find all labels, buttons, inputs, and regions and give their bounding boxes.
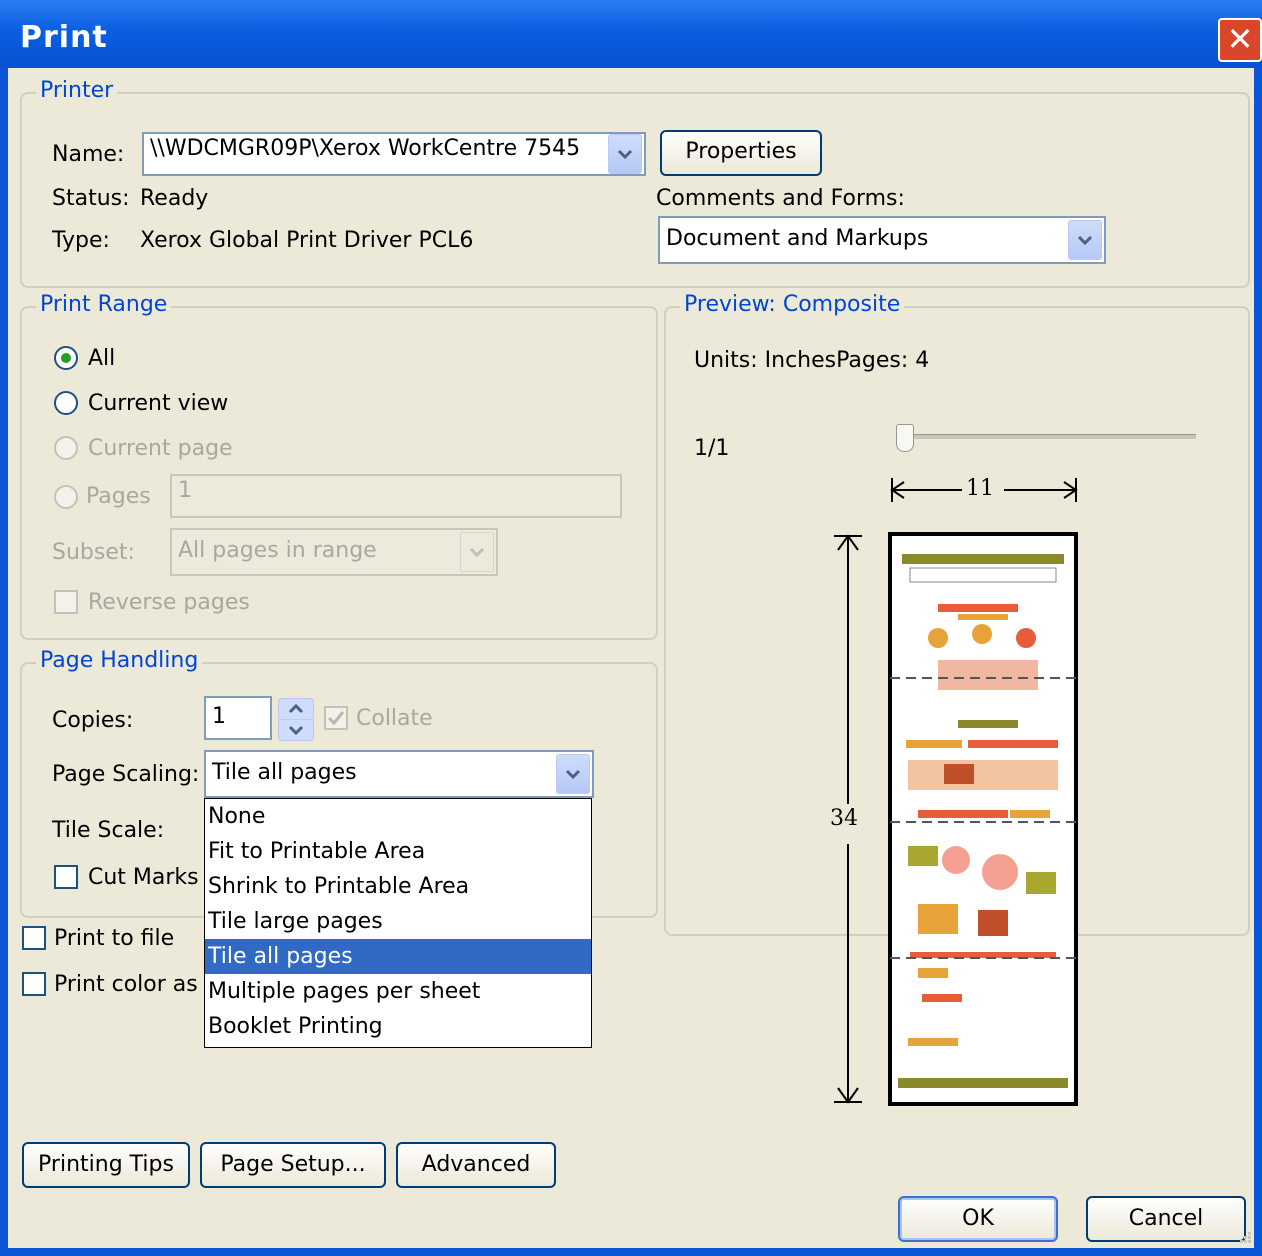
reverse-pages-label: Reverse pages	[88, 590, 250, 615]
spinner-up-icon[interactable]	[278, 698, 314, 720]
radio-current-page[interactable]	[54, 436, 78, 460]
preview-legend: Preview: Composite	[680, 292, 905, 317]
printer-name-select[interactable]: \\WDCMGR09P\Xerox WorkCentre 7545	[142, 132, 646, 176]
printer-name-value: \\WDCMGR09P\Xerox WorkCentre 7545	[150, 136, 581, 161]
resize-grip-icon[interactable]	[1236, 1228, 1252, 1244]
check-icon	[327, 711, 345, 726]
comments-forms-label: Comments and Forms:	[656, 186, 905, 211]
radio-pages-label: Pages	[86, 484, 151, 509]
radio-pages[interactable]	[54, 485, 78, 509]
dialog-body: Printer Name: \\WDCMGR09P\Xerox WorkCent…	[8, 68, 1254, 1248]
ok-button[interactable]: OK	[898, 1196, 1058, 1242]
preview-units-text: Units: InchesPages: 4	[694, 348, 930, 373]
scaling-option-multiple[interactable]: Multiple pages per sheet	[205, 974, 591, 1009]
cut-marks-checkbox[interactable]	[54, 865, 78, 889]
scaling-option-booklet[interactable]: Booklet Printing	[205, 1009, 591, 1044]
type-value: Xerox Global Print Driver PCL6	[140, 228, 474, 253]
type-label: Type:	[52, 228, 110, 253]
print-color-label: Print color as b	[54, 972, 204, 997]
reverse-pages-checkbox[interactable]	[54, 590, 78, 614]
page-scaling-dropdown-list[interactable]: None Fit to Printable Area Shrink to Pri…	[204, 798, 592, 1048]
radio-current-view-label: Current view	[88, 391, 229, 416]
copies-label: Copies:	[52, 708, 134, 733]
subset-label: Subset:	[52, 540, 135, 565]
advanced-button[interactable]: Advanced	[396, 1142, 556, 1188]
radio-all-label: All	[88, 346, 116, 371]
scaling-option-tile-all[interactable]: Tile all pages	[205, 939, 591, 974]
collate-checkbox[interactable]	[324, 706, 348, 730]
scaling-option-tile-large[interactable]: Tile large pages	[205, 904, 591, 939]
preview-slider-thumb[interactable]	[896, 424, 914, 452]
page-setup-button[interactable]: Page Setup...	[200, 1142, 386, 1188]
radio-current-view[interactable]	[54, 391, 78, 415]
close-icon[interactable]: ✕	[1218, 18, 1262, 62]
dropdown-arrow-icon[interactable]	[608, 134, 642, 174]
page-counter: 1/1	[694, 436, 730, 461]
page-scaling-select[interactable]: Tile all pages	[204, 750, 594, 798]
print-to-file-checkbox[interactable]	[22, 926, 46, 950]
subset-select[interactable]: All pages in range	[170, 528, 498, 576]
printer-legend: Printer	[36, 78, 118, 103]
status-label: Status:	[52, 186, 130, 211]
cut-marks-label: Cut Marks	[88, 865, 199, 890]
dropdown-arrow-icon[interactable]	[1068, 220, 1102, 260]
scaling-option-none[interactable]: None	[205, 799, 591, 834]
spinner-down-icon[interactable]	[278, 719, 314, 741]
comments-forms-select[interactable]: Document and Markups	[658, 216, 1106, 264]
print-to-file-label: Print to file	[54, 926, 175, 951]
pages-input[interactable]: 1	[170, 474, 622, 518]
scaling-option-shrink[interactable]: Shrink to Printable Area	[205, 869, 591, 904]
subset-value: All pages in range	[178, 538, 377, 563]
collate-label: Collate	[356, 706, 433, 731]
print-color-checkbox[interactable]	[22, 972, 46, 996]
copies-input[interactable]: 1	[204, 696, 272, 740]
radio-current-page-label: Current page	[88, 436, 233, 461]
print-range-legend: Print Range	[36, 292, 172, 317]
width-dimension-label: 11	[964, 476, 996, 501]
page-scaling-value: Tile all pages	[212, 760, 357, 785]
cancel-button[interactable]: Cancel	[1086, 1196, 1246, 1242]
name-label: Name:	[52, 142, 125, 167]
page-scaling-label: Page Scaling:	[52, 762, 200, 787]
printing-tips-button[interactable]: Printing Tips	[22, 1142, 190, 1188]
window-title: Print	[20, 20, 108, 55]
preview-slider-track[interactable]	[896, 434, 1196, 439]
comments-forms-value: Document and Markups	[666, 226, 929, 251]
dropdown-arrow-icon[interactable]	[556, 754, 590, 794]
scaling-option-fit[interactable]: Fit to Printable Area	[205, 834, 591, 869]
status-value: Ready	[140, 186, 209, 211]
print-dialog: Print ✕ Printer Name: \\WDCMGR09P\Xerox …	[0, 0, 1262, 1256]
dropdown-arrow-icon[interactable]	[460, 532, 494, 572]
page-handling-legend: Page Handling	[36, 648, 203, 673]
radio-all[interactable]	[54, 346, 78, 370]
title-bar[interactable]: Print ✕	[0, 0, 1262, 68]
preview-page-diagram	[888, 478, 1078, 1106]
height-dimension-label: 34	[830, 806, 858, 831]
properties-button[interactable]: Properties	[660, 130, 822, 176]
tile-scale-label: Tile Scale:	[52, 818, 165, 843]
